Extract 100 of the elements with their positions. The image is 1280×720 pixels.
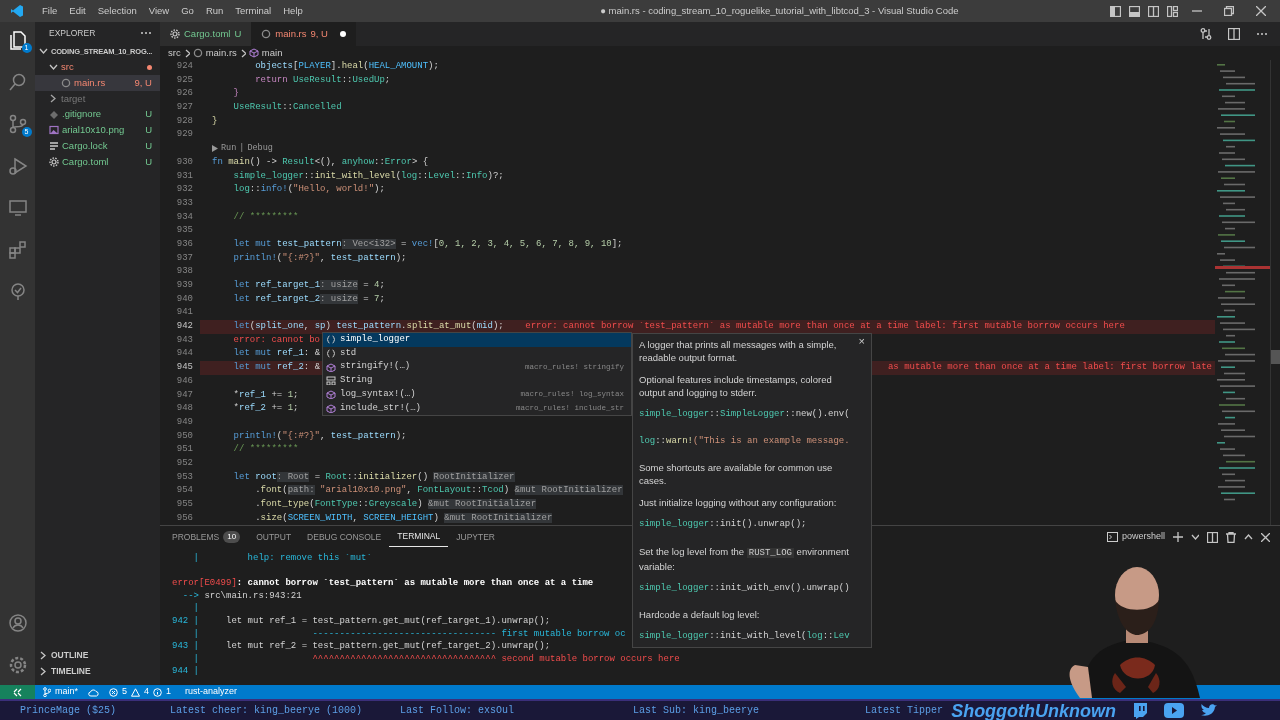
channel-name: ShoggothUnknown — [951, 700, 1117, 720]
editor-tab[interactable]: main.rs 9, U — [251, 22, 356, 46]
tree-item[interactable]: target — [35, 91, 160, 107]
tree-item[interactable]: main.rs 9, U — [35, 75, 160, 92]
split-editor-icon[interactable] — [1228, 28, 1240, 40]
line-number: 935 — [175, 224, 194, 238]
panel-tab[interactable]: OUTPUT — [248, 527, 300, 547]
close-button[interactable]: × — [858, 335, 865, 347]
tree-item[interactable]: Cargo.lock U — [35, 138, 160, 154]
section-header[interactable]: TIMELINE — [51, 664, 91, 678]
stream-info: PrinceMage ($25) — [20, 704, 116, 718]
panel-layout-icon[interactable] — [1129, 5, 1140, 17]
window-title: ● main.rs - coding_stream_10_roguelike_tutorial_with_libtcod_3 - Visual Studio Code — [599, 3, 960, 18]
code-line: println!("{:#?}", test_pattern); — [232, 251, 407, 265]
close-icon[interactable] — [1261, 532, 1270, 542]
suggestion-item[interactable]: std — [323, 346, 631, 361]
stream-info: Latest Tipper — [865, 704, 944, 718]
restore-icon[interactable] — [1224, 6, 1234, 16]
tree-item[interactable]: .gitignore U — [35, 106, 160, 123]
extensions-icon[interactable] — [7, 240, 28, 260]
panel-tab[interactable]: JUPYTER — [448, 527, 503, 547]
play-button-icon[interactable] — [1164, 703, 1185, 718]
line-number: 929 — [175, 128, 194, 142]
chat-bubble-icon[interactable] — [1132, 702, 1149, 719]
line-number: 952 — [175, 456, 194, 470]
doc-paragraph: Hardcode a default log level: — [639, 608, 761, 621]
problems-indicator[interactable]: 5 4 1 — [109, 685, 172, 699]
language-server-status[interactable]: rust-analyzer — [185, 685, 238, 699]
codelens-link[interactable]: Debug — [247, 142, 273, 156]
line-number: 954 — [175, 484, 194, 498]
more-icon[interactable] — [1256, 32, 1268, 36]
account-icon[interactable] — [7, 613, 28, 633]
panel-tab[interactable]: TERMINAL — [389, 527, 449, 547]
suggestion-item[interactable]: simple_logger — [323, 333, 631, 347]
terminal-selector[interactable]: powershell — [1106, 530, 1165, 544]
chevron-icon[interactable] — [39, 650, 48, 660]
menu-item[interactable]: Go — [175, 0, 200, 22]
breadcrumb[interactable]: main — [261, 45, 283, 61]
plus-icon[interactable] — [1173, 532, 1183, 542]
menu-item[interactable]: Edit — [63, 0, 92, 22]
vertical-scrollbar[interactable] — [1270, 60, 1280, 525]
chevron-icon[interactable] — [39, 666, 48, 676]
line-number: 948 — [175, 402, 194, 416]
close-icon[interactable] — [1256, 6, 1266, 16]
terminal-line: 943 | let mut ref_2 = test_pattern.get_mut(ref_target_2).unwrap(); — [172, 641, 551, 652]
trash-icon[interactable] — [1226, 531, 1236, 543]
codelens-link[interactable]: Run — [221, 142, 237, 156]
remote-indicator[interactable] — [0, 685, 35, 699]
doc-code: simple_logger::init_with_level(log::Lev — [639, 630, 851, 643]
split-layout-icon[interactable] — [1148, 5, 1159, 17]
compare-changes-icon[interactable] — [1200, 28, 1212, 40]
chevron-up-icon[interactable] — [1244, 532, 1253, 542]
breadcrumb[interactable]: main.rs — [205, 45, 237, 61]
split-terminal-icon[interactable] — [1207, 531, 1218, 543]
bird-icon[interactable] — [1200, 703, 1219, 718]
doc-code: simple_logger::init_with_env().unwrap() — [639, 581, 851, 595]
run-debug-icon[interactable] — [7, 156, 28, 176]
source-control-icon[interactable] — [7, 114, 28, 134]
code-line: } — [212, 114, 218, 128]
menu-item[interactable]: Selection — [91, 0, 143, 22]
menu-item[interactable]: Run — [199, 0, 230, 22]
menu-item[interactable]: Terminal — [229, 0, 278, 22]
tree-item[interactable]: Cargo.toml U — [35, 153, 160, 170]
grid-layout-icon[interactable] — [1167, 5, 1178, 17]
code-line: // ********* — [232, 210, 299, 224]
tree-item[interactable]: arial10x10.png U — [35, 122, 160, 139]
section-header[interactable]: OUTLINE — [51, 649, 89, 662]
menu-item[interactable]: View — [142, 0, 176, 22]
line-number: 956 — [175, 511, 194, 525]
panel-tab[interactable]: DEBUG CONSOLE — [299, 527, 390, 547]
doc-paragraph: Just initialize logging without any configuration: — [639, 496, 838, 509]
terminal-icon — [1106, 532, 1118, 542]
remote-explorer-icon[interactable] — [7, 198, 28, 218]
warning-icon — [131, 687, 141, 697]
error-icon — [109, 687, 118, 697]
doc-paragraph: A logger that prints all messages with a simple, readable output format. — [639, 338, 838, 364]
menu-item[interactable]: File — [36, 0, 64, 22]
code-line: *ref_2 += 1; — [232, 402, 299, 416]
suggestion-item[interactable]: String — [323, 374, 631, 388]
more-icon[interactable] — [140, 31, 152, 35]
branch-indicator[interactable]: main* — [43, 685, 78, 699]
files-icon[interactable] — [7, 30, 28, 50]
search-icon[interactable] — [7, 72, 28, 92]
editor-tab[interactable]: Cargo.toml U — [160, 22, 252, 46]
chevron-icon[interactable] — [39, 47, 48, 57]
breadcrumb[interactable]: src — [168, 45, 181, 61]
code-line: *ref_1 += 1; — [232, 388, 299, 402]
chevron-down-icon[interactable] — [1191, 533, 1199, 541]
info-icon — [153, 687, 163, 697]
panel-tab[interactable]: PROBLEMS 10 — [164, 527, 249, 547]
menu-item[interactable]: Help — [277, 0, 309, 22]
gear-icon — [49, 156, 59, 167]
sidebar-layout-icon[interactable] — [1110, 5, 1121, 17]
line-number: 924 — [175, 60, 194, 73]
code-line: // ********* — [232, 443, 299, 457]
stream-info: Latest cheer: king_beerye (1000) — [170, 704, 363, 718]
settings-icon[interactable] — [7, 655, 28, 675]
stream-info: Last Sub: king_beerye — [633, 704, 760, 718]
line-number: 946 — [175, 374, 194, 388]
tree-item[interactable]: src — [35, 59, 160, 76]
